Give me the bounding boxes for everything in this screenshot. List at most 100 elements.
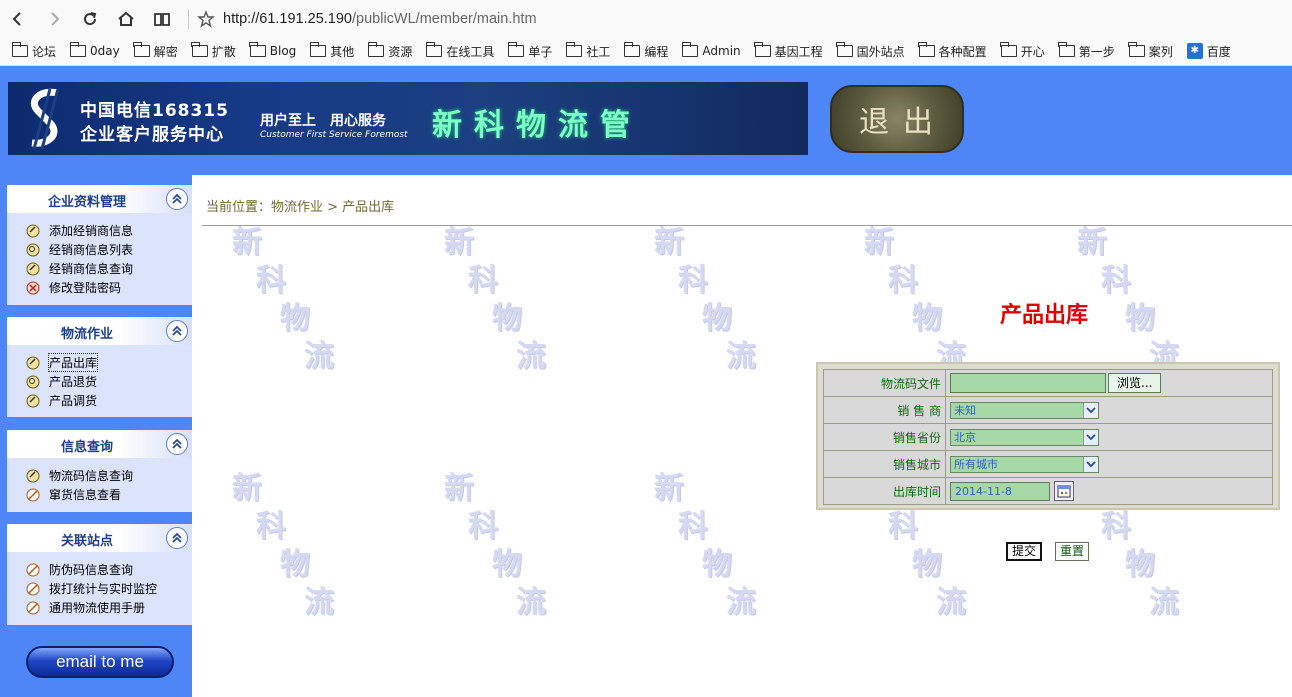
bookmark-item[interactable]: 国外站点	[836, 42, 905, 60]
calendar-icon[interactable]	[1054, 481, 1074, 501]
bookmark-item[interactable]: Blog	[249, 42, 297, 58]
file-input[interactable]	[950, 373, 1106, 393]
folder-icon	[681, 42, 699, 57]
divider	[188, 8, 189, 29]
sidebar-item-product-transfer[interactable]: 产品调货	[25, 391, 192, 410]
bookmark-label: Blog	[269, 44, 297, 58]
sidebar-item-label: 窜货信息查看	[49, 488, 122, 502]
bookmark-star-button[interactable]	[195, 0, 217, 37]
bookmark-label: 单子	[528, 44, 553, 59]
sidebar-item-product-outbound[interactable]: 产品出库	[25, 353, 192, 372]
sidebar-item-add-dealer[interactable]: 添加经销商信息	[25, 221, 192, 240]
bookmark-item[interactable]: 社工	[565, 42, 610, 60]
main-content: 新科物流新科物流新科物流新科物流新科物流新科物流新科物流新科物流新科物流新科物流…	[192, 175, 1292, 697]
close-circle-icon	[25, 281, 41, 295]
bookmark-item[interactable]: ✱ 百度	[1186, 43, 1231, 60]
folder-icon	[11, 42, 28, 57]
web-page: 中国电信168315 企业客户服务中心 用户至上 用心服务 Customer F…	[0, 66, 1292, 697]
watermark-glyph: 流	[726, 339, 756, 374]
sidebar-item-diversion-view[interactable]: 窜货信息查看	[25, 485, 192, 504]
bookmark-item[interactable]: 扩散	[191, 42, 236, 60]
panel-info-query: 信息查询 物流码信息查询 窜货信息查看	[7, 430, 192, 512]
bookmark-label: 扩散	[211, 44, 236, 59]
bookmark-item[interactable]: 单子	[507, 42, 553, 60]
province-value: 北京	[954, 430, 976, 444]
bookmarks-bar: 论坛 0day 解密 扩散 Blog 其他 资源 在线工具 单子 社工 编程 Admin 基因工程 国外站…	[0, 37, 1292, 66]
outbound-form: 物流码文件 浏览... 销 售 商 未知 销售省份 北京 销售城市 所有城市 出…	[816, 362, 1280, 510]
sidebar-item-logistics-code-query[interactable]: 物流码信息查询	[25, 466, 192, 485]
collapse-button[interactable]	[166, 188, 188, 210]
folder-icon	[425, 42, 443, 57]
home-button[interactable]	[108, 0, 144, 37]
sidebar-item-label: 产品出库	[47, 353, 99, 372]
email-button[interactable]: email to me	[26, 646, 174, 678]
sidebar-item-product-return[interactable]: 产品退货	[25, 372, 192, 391]
edit-doc-icon	[25, 224, 41, 238]
chevron-down-icon	[1083, 456, 1098, 472]
watermark-glyph: 流	[1149, 585, 1179, 620]
edit-doc-icon	[25, 262, 41, 276]
url-path: /publicWL/member/main.htm	[352, 10, 537, 27]
bookmark-label: 0day	[90, 44, 120, 58]
sidebar-item-label: 拨打统计与实时监控	[49, 582, 158, 596]
forward-button[interactable]	[36, 0, 72, 37]
sidebar-item-change-password[interactable]: 修改登陆密码	[25, 278, 192, 297]
watermark-glyph: 流	[304, 585, 334, 620]
bookmark-item[interactable]: 在线工具	[425, 42, 494, 60]
header-band: 中国电信168315 企业客户服务中心 用户至上 用心服务 Customer F…	[0, 66, 1292, 175]
bookmark-label: 国外站点	[856, 44, 905, 59]
sidebar-item-dealer-query[interactable]: 经销商信息查询	[25, 259, 192, 278]
folder-icon	[623, 42, 641, 57]
watermark-glyph: 流	[516, 339, 546, 374]
panel-title: 企业资料管理	[47, 195, 126, 210]
sidebar-item-call-statistics[interactable]: 拨打统计与实时监控	[25, 579, 192, 598]
bookmark-label: 解密	[153, 44, 178, 59]
no-entry-icon	[25, 601, 41, 615]
sidebar-item-dealer-list[interactable]: 经销商信息列表	[25, 240, 192, 259]
dealer-select[interactable]: 未知	[950, 401, 1099, 419]
bookmark-item[interactable]: 案列	[1128, 42, 1173, 60]
form-row-file: 物流码文件 浏览...	[823, 369, 1273, 397]
reload-button[interactable]	[72, 0, 108, 37]
collapse-button[interactable]	[166, 320, 188, 342]
bookmark-item[interactable]: 基因工程	[754, 42, 823, 60]
bookmark-item[interactable]: 解密	[133, 42, 178, 60]
province-select[interactable]: 北京	[950, 428, 1099, 446]
city-select[interactable]: 所有城市	[950, 455, 1099, 473]
search-doc-icon	[25, 375, 41, 389]
browse-button[interactable]: 浏览...	[1108, 373, 1162, 393]
collapse-button[interactable]	[166, 433, 188, 455]
bookmark-label: 资源	[388, 44, 413, 59]
back-button[interactable]	[0, 0, 36, 37]
bookmark-item[interactable]: 资源	[367, 42, 413, 60]
submit-button[interactable]: 提交	[1006, 542, 1043, 561]
bookmark-item[interactable]: 0day	[69, 42, 120, 58]
bookmark-item[interactable]: 各种配置	[918, 42, 987, 60]
no-entry-icon	[25, 582, 41, 596]
panel-header: 物流作业	[7, 317, 192, 345]
url-field[interactable]: http://61.191.25.190/publicWL/member/mai…	[223, 11, 537, 27]
folder-icon	[69, 42, 87, 57]
bookmark-label: 基因工程	[774, 44, 823, 59]
bookmark-item[interactable]: 第一步	[1058, 42, 1115, 60]
date-input[interactable]: 2014-11-8	[950, 481, 1050, 501]
sidebar-item-anticounterfeit-query[interactable]: 防伪码信息查询	[25, 560, 192, 579]
sidebar-item-user-manual[interactable]: 通用物流使用手册	[25, 598, 192, 617]
bookmark-item[interactable]: 论坛	[11, 42, 56, 60]
panel-title: 信息查询	[60, 440, 113, 455]
bookmark-item[interactable]: 开心	[1000, 42, 1045, 60]
collapse-button[interactable]	[166, 527, 188, 549]
bookmark-item[interactable]: 其他	[309, 42, 354, 60]
watermark-glyph: 流	[304, 339, 334, 374]
form-row-dealer: 销 售 商 未知	[823, 396, 1273, 424]
reader-view-button[interactable]	[144, 0, 180, 37]
logout-button[interactable]: 退出	[830, 85, 964, 153]
bookmark-label: 第一步	[1078, 44, 1115, 59]
folder-icon	[367, 42, 385, 57]
bookmark-item[interactable]: 编程	[623, 42, 668, 60]
reset-button[interactable]: 重置	[1055, 542, 1090, 561]
panel-logistics: 物流作业 产品出库 产品退货 产品调货	[7, 317, 192, 417]
file-label: 物流码文件	[823, 369, 946, 397]
search-doc-icon	[25, 243, 41, 257]
bookmark-item[interactable]: Admin	[681, 42, 741, 58]
